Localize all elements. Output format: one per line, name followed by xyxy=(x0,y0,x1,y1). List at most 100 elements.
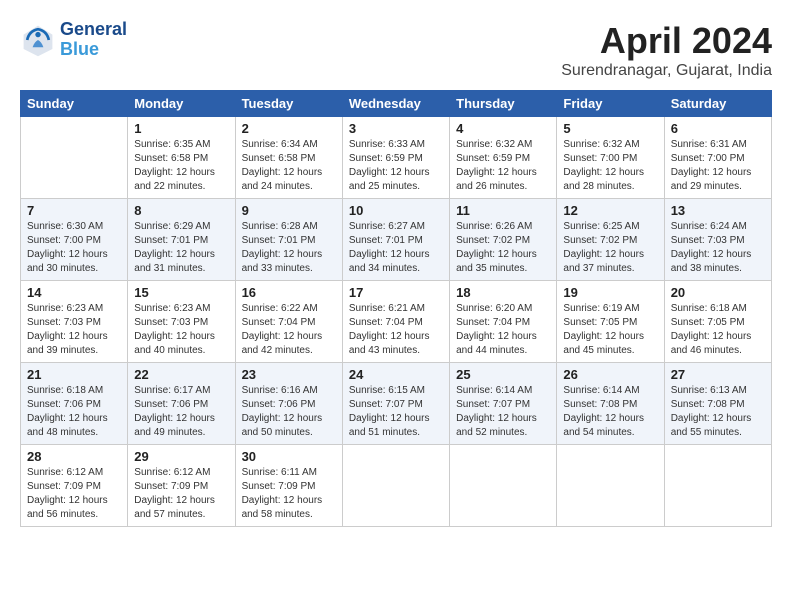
day-cell xyxy=(664,445,771,527)
day-info: Sunrise: 6:16 AMSunset: 7:06 PMDaylight:… xyxy=(242,384,336,440)
day-cell: 13 Sunrise: 6:24 AMSunset: 7:03 PMDayligh… xyxy=(664,199,771,281)
day-cell: 6 Sunrise: 6:31 AMSunset: 7:00 PMDaylight… xyxy=(664,117,771,199)
day-cell: 18 Sunrise: 6:20 AMSunset: 7:04 PMDayligh… xyxy=(450,281,557,363)
day-info: Sunrise: 6:26 AMSunset: 7:02 PMDaylight:… xyxy=(456,220,550,276)
day-number: 19 xyxy=(563,285,657,300)
day-number: 24 xyxy=(349,367,443,382)
day-info: Sunrise: 6:21 AMSunset: 7:04 PMDaylight:… xyxy=(349,302,443,358)
day-info: Sunrise: 6:12 AMSunset: 7:09 PMDaylight:… xyxy=(27,466,121,522)
day-cell: 21Sunrise: 6:18 AMSunset: 7:06 PMDayligh… xyxy=(21,363,128,445)
day-info: Sunrise: 6:31 AMSunset: 7:00 PMDaylight:… xyxy=(671,138,765,194)
day-number: 10 xyxy=(349,203,443,218)
day-info: Sunrise: 6:14 AMSunset: 7:07 PMDaylight:… xyxy=(456,384,550,440)
day-number: 2 xyxy=(242,121,336,136)
day-cell: 3 Sunrise: 6:33 AMSunset: 6:59 PMDaylight… xyxy=(342,117,449,199)
day-cell: 29Sunrise: 6:12 AMSunset: 7:09 PMDayligh… xyxy=(128,445,235,527)
day-number: 15 xyxy=(134,285,228,300)
day-cell: 28 Sunrise: 6:12 AMSunset: 7:09 PMDayligh… xyxy=(21,445,128,527)
week-row-1: 7 Sunrise: 6:30 AMSunset: 7:00 PMDaylight… xyxy=(21,199,772,281)
day-cell: 10 Sunrise: 6:27 AMSunset: 7:01 PMDayligh… xyxy=(342,199,449,281)
day-number: 26 xyxy=(563,367,657,382)
day-number: 3 xyxy=(349,121,443,136)
day-number: 18 xyxy=(456,285,550,300)
day-info: Sunrise: 6:33 AMSunset: 6:59 PMDaylight:… xyxy=(349,138,443,194)
day-number: 30 xyxy=(242,449,336,464)
day-info: Sunrise: 6:17 AMSunset: 7:06 PMDaylight:… xyxy=(134,384,228,440)
day-cell: 22 Sunrise: 6:17 AMSunset: 7:06 PMDayligh… xyxy=(128,363,235,445)
day-number: 6 xyxy=(671,121,765,136)
day-cell: 9Sunrise: 6:28 AMSunset: 7:01 PMDaylight… xyxy=(235,199,342,281)
day-cell: 2Sunrise: 6:34 AMSunset: 6:58 PMDaylight… xyxy=(235,117,342,199)
day-cell: 15 Sunrise: 6:23 AMSunset: 7:03 PMDayligh… xyxy=(128,281,235,363)
day-cell xyxy=(21,117,128,199)
day-info: Sunrise: 6:19 AMSunset: 7:05 PMDaylight:… xyxy=(563,302,657,358)
day-cell: 12 Sunrise: 6:25 AMSunset: 7:02 PMDayligh… xyxy=(557,199,664,281)
day-number: 8 xyxy=(134,203,228,218)
day-number: 16 xyxy=(242,285,336,300)
day-number: 20 xyxy=(671,285,765,300)
day-cell: 1 Sunrise: 6:35 AMSunset: 6:58 PMDaylight… xyxy=(128,117,235,199)
day-number: 14 xyxy=(27,285,121,300)
day-info: Sunrise: 6:30 AMSunset: 7:00 PMDaylight:… xyxy=(27,220,121,276)
calendar-header: SundayMondayTuesdayWednesdayThursdayFrid… xyxy=(21,91,772,117)
day-cell: 26 Sunrise: 6:14 AMSunset: 7:08 PMDayligh… xyxy=(557,363,664,445)
day-cell: 4Sunrise: 6:32 AMSunset: 6:59 PMDaylight… xyxy=(450,117,557,199)
day-info: Sunrise: 6:20 AMSunset: 7:04 PMDaylight:… xyxy=(456,302,550,358)
day-number: 5 xyxy=(563,121,657,136)
day-number: 13 xyxy=(671,203,765,218)
day-number: 7 xyxy=(27,203,121,218)
day-number: 28 xyxy=(27,449,121,464)
logo-icon xyxy=(20,22,56,58)
day-number: 22 xyxy=(134,367,228,382)
day-info: Sunrise: 6:15 AMSunset: 7:07 PMDaylight:… xyxy=(349,384,443,440)
day-number: 23 xyxy=(242,367,336,382)
header-cell-thursday: Thursday xyxy=(450,91,557,117)
day-cell: 30 Sunrise: 6:11 AMSunset: 7:09 PMDayligh… xyxy=(235,445,342,527)
day-number: 25 xyxy=(456,367,550,382)
calendar-body: 1 Sunrise: 6:35 AMSunset: 6:58 PMDaylight… xyxy=(21,117,772,527)
week-row-4: 28 Sunrise: 6:12 AMSunset: 7:09 PMDayligh… xyxy=(21,445,772,527)
day-cell: 7 Sunrise: 6:30 AMSunset: 7:00 PMDaylight… xyxy=(21,199,128,281)
day-cell: 23 Sunrise: 6:16 AMSunset: 7:06 PMDayligh… xyxy=(235,363,342,445)
day-number: 17 xyxy=(349,285,443,300)
header-cell-sunday: Sunday xyxy=(21,91,128,117)
logo-text: General Blue xyxy=(60,20,127,60)
page-header: General Blue April 2024 Surendranagar, G… xyxy=(20,20,772,80)
day-info: Sunrise: 6:35 AMSunset: 6:58 PMDaylight:… xyxy=(134,138,228,194)
day-number: 29 xyxy=(134,449,228,464)
header-cell-wednesday: Wednesday xyxy=(342,91,449,117)
header-cell-saturday: Saturday xyxy=(664,91,771,117)
day-cell: 17 Sunrise: 6:21 AMSunset: 7:04 PMDayligh… xyxy=(342,281,449,363)
day-info: Sunrise: 6:24 AMSunset: 7:03 PMDaylight:… xyxy=(671,220,765,276)
day-info: Sunrise: 6:18 AMSunset: 7:05 PMDaylight:… xyxy=(671,302,765,358)
day-info: Sunrise: 6:11 AMSunset: 7:09 PMDaylight:… xyxy=(242,466,336,522)
logo: General Blue xyxy=(20,20,127,60)
day-number: 4 xyxy=(456,121,550,136)
day-cell: 16 Sunrise: 6:22 AMSunset: 7:04 PMDayligh… xyxy=(235,281,342,363)
day-info: Sunrise: 6:13 AMSunset: 7:08 PMDaylight:… xyxy=(671,384,765,440)
day-info: Sunrise: 6:25 AMSunset: 7:02 PMDaylight:… xyxy=(563,220,657,276)
day-cell: 20 Sunrise: 6:18 AMSunset: 7:05 PMDayligh… xyxy=(664,281,771,363)
day-cell: 24 Sunrise: 6:15 AMSunset: 7:07 PMDayligh… xyxy=(342,363,449,445)
day-number: 27 xyxy=(671,367,765,382)
header-cell-tuesday: Tuesday xyxy=(235,91,342,117)
day-cell: 27 Sunrise: 6:13 AMSunset: 7:08 PMDayligh… xyxy=(664,363,771,445)
day-cell xyxy=(557,445,664,527)
day-info: Sunrise: 6:29 AMSunset: 7:01 PMDaylight:… xyxy=(134,220,228,276)
day-info: Sunrise: 6:28 AMSunset: 7:01 PMDaylight:… xyxy=(242,220,336,276)
day-cell: 19 Sunrise: 6:19 AMSunset: 7:05 PMDayligh… xyxy=(557,281,664,363)
day-cell: 11 Sunrise: 6:26 AMSunset: 7:02 PMDayligh… xyxy=(450,199,557,281)
day-info: Sunrise: 6:27 AMSunset: 7:01 PMDaylight:… xyxy=(349,220,443,276)
week-row-0: 1 Sunrise: 6:35 AMSunset: 6:58 PMDaylight… xyxy=(21,117,772,199)
day-info: Sunrise: 6:32 AMSunset: 7:00 PMDaylight:… xyxy=(563,138,657,194)
month-title: April 2024 xyxy=(561,20,772,62)
calendar-table: SundayMondayTuesdayWednesdayThursdayFrid… xyxy=(20,90,772,527)
day-info: Sunrise: 6:14 AMSunset: 7:08 PMDaylight:… xyxy=(563,384,657,440)
day-number: 1 xyxy=(134,121,228,136)
day-info: Sunrise: 6:23 AMSunset: 7:03 PMDaylight:… xyxy=(134,302,228,358)
day-number: 12 xyxy=(563,203,657,218)
day-number: 11 xyxy=(456,203,550,218)
location: Surendranagar, Gujarat, India xyxy=(561,62,772,80)
day-number: 21 xyxy=(27,367,121,382)
day-info: Sunrise: 6:22 AMSunset: 7:04 PMDaylight:… xyxy=(242,302,336,358)
